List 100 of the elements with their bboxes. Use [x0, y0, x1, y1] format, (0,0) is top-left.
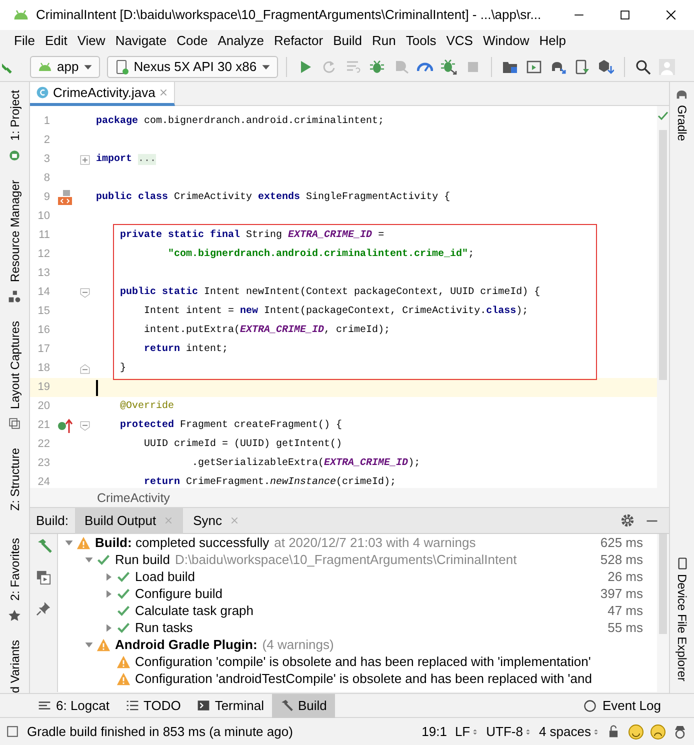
code-tag-icon[interactable]	[57, 190, 73, 206]
tool-window-tab[interactable]: Terminal	[188, 694, 272, 718]
menu-item[interactable]: VCS	[441, 30, 478, 52]
check-icon	[96, 552, 111, 566]
line-number: 12	[36, 247, 50, 262]
collapse-icon[interactable]	[80, 288, 90, 298]
list-icon	[38, 699, 51, 712]
star-icon[interactable]	[8, 608, 21, 622]
caret-position[interactable]: 19:1	[422, 722, 447, 742]
menu-item[interactable]: Tools	[400, 30, 442, 52]
file-encoding[interactable]: UTF-8	[486, 722, 523, 742]
line-number: 9	[42, 190, 50, 206]
cube-icon[interactable]	[598, 58, 614, 74]
build-step-detail: at 2020/12/7 21:03 with 4 warnings	[274, 534, 476, 552]
event-log-tab[interactable]: Event Log	[575, 694, 669, 718]
expand-arrow-icon[interactable]	[104, 622, 114, 632]
tool-window-tab[interactable]: Build	[272, 694, 335, 718]
up-down-icon[interactable]	[524, 726, 531, 736]
phone-icon[interactable]	[676, 556, 688, 570]
checklist-icon	[126, 699, 138, 712]
maximize-button[interactable]	[618, 8, 632, 22]
line-number: 24	[36, 475, 50, 488]
menu-item[interactable]: Help	[534, 30, 571, 52]
check-icon	[116, 586, 131, 600]
menu-item[interactable]: Analyze	[212, 30, 269, 52]
inspector-icon[interactable]	[672, 724, 688, 740]
menu-item[interactable]: Window	[478, 30, 534, 52]
tool-window-tab[interactable]: Z: Structure	[6, 448, 24, 511]
window-icon[interactable]	[526, 58, 542, 74]
collapse-icon[interactable]	[80, 364, 90, 374]
menu-item[interactable]: Build	[328, 30, 368, 52]
tool-window-tab[interactable]: Device File Explorer	[673, 574, 691, 681]
line-number: 23	[36, 456, 50, 472]
scrollbar-thumb[interactable]	[659, 130, 667, 380]
menu-item[interactable]: View	[72, 30, 110, 52]
device-dropdown[interactable]: Nexus 5X API 30 x86	[106, 56, 278, 78]
close-icon[interactable]	[159, 88, 168, 97]
search-icon[interactable]	[634, 58, 651, 74]
tool-window-tab[interactable]: 1: Project	[6, 90, 24, 141]
line-number: 21	[36, 418, 50, 434]
build-step-label: Android Gradle Plugin:	[115, 636, 258, 654]
indent-setting[interactable]: 4 spaces	[538, 722, 591, 742]
square-icon[interactable]	[6, 725, 19, 738]
smiley-icon[interactable]	[628, 724, 644, 740]
collapse-arrow-icon[interactable]	[84, 640, 94, 650]
class-icon	[36, 86, 49, 99]
tool-window-tab[interactable]: 2: Favorites	[6, 538, 24, 601]
menu-item[interactable]: Edit	[40, 30, 72, 52]
lock-icon[interactable]	[607, 725, 620, 738]
bug-icon[interactable]	[440, 58, 457, 74]
line-number: 3	[42, 152, 50, 168]
build-step-label: Load build	[135, 568, 195, 586]
settings-icon[interactable]	[620, 513, 635, 528]
line-number: 11	[38, 228, 50, 244]
line-number: 18	[36, 361, 50, 376]
scrollbar-thumb[interactable]	[659, 534, 667, 634]
line-number: 20	[36, 399, 50, 414]
collapse-arrow-icon[interactable]	[64, 538, 74, 548]
line-separator[interactable]: LF	[454, 722, 470, 742]
tool-window-tab[interactable]: Gradle	[673, 105, 691, 142]
phone-icon[interactable]	[574, 58, 590, 74]
menu-item[interactable]: Refactor	[268, 30, 328, 52]
line-number: 14	[36, 285, 50, 300]
code-line: return intent;	[143, 342, 228, 357]
tool-window-tab[interactable]: 6: Logcat	[30, 694, 118, 718]
build-step-label: Run tasks	[135, 618, 193, 637]
bug-icon[interactable]	[368, 58, 385, 74]
text-cursor	[96, 380, 98, 396]
run-config-dropdown[interactable]: app	[30, 56, 100, 78]
code-line: public static Intent newIntent(Context packageContext, UUID crimeId) {	[119, 286, 540, 300]
panel-tab[interactable]: Sync	[183, 508, 249, 534]
expand-arrow-icon[interactable]	[104, 588, 114, 598]
collapse-arrow-icon[interactable]	[84, 554, 94, 564]
tool-window-tab[interactable]: Resource Manager	[6, 180, 24, 282]
panel-tab[interactable]: Build Output	[74, 508, 184, 534]
collapse-icon[interactable]	[80, 420, 90, 430]
editor-tab[interactable]: CrimeActivity.java	[30, 82, 176, 106]
line-number: 13	[36, 266, 50, 282]
window-title: CriminalIntent [D:\baidu\workspace\10_FragmentArguments\CriminalIntent] - ...\app\sr...	[36, 6, 542, 24]
tool-window-tab[interactable]: TODO	[118, 694, 189, 718]
build-step-label: Run build	[115, 550, 170, 569]
build-step-time: 26 ms	[606, 568, 643, 586]
windows-icon[interactable]	[36, 570, 51, 585]
menu-item[interactable]: File	[9, 30, 40, 52]
capture-icon[interactable]	[8, 416, 21, 430]
elephant-icon[interactable]	[676, 88, 688, 101]
tool-window-tab[interactable]: d Variants	[6, 640, 24, 693]
menu-item[interactable]: Code	[172, 30, 213, 52]
close-button[interactable]	[664, 8, 678, 22]
tool-window-tab[interactable]: Layout Captures	[6, 320, 24, 409]
up-down-icon[interactable]	[593, 726, 599, 736]
up-down-icon[interactable]	[472, 726, 478, 736]
pin-icon[interactable]	[36, 601, 51, 616]
frown-icon[interactable]	[650, 724, 666, 740]
expand-arrow-icon[interactable]	[104, 572, 114, 582]
expand-icon[interactable]	[80, 154, 90, 164]
circle-arrow-icon[interactable]	[57, 418, 73, 434]
menu-item[interactable]: Navigate	[110, 30, 172, 52]
shapes-icon[interactable]	[8, 290, 21, 303]
menu-item[interactable]: Run	[367, 30, 401, 52]
